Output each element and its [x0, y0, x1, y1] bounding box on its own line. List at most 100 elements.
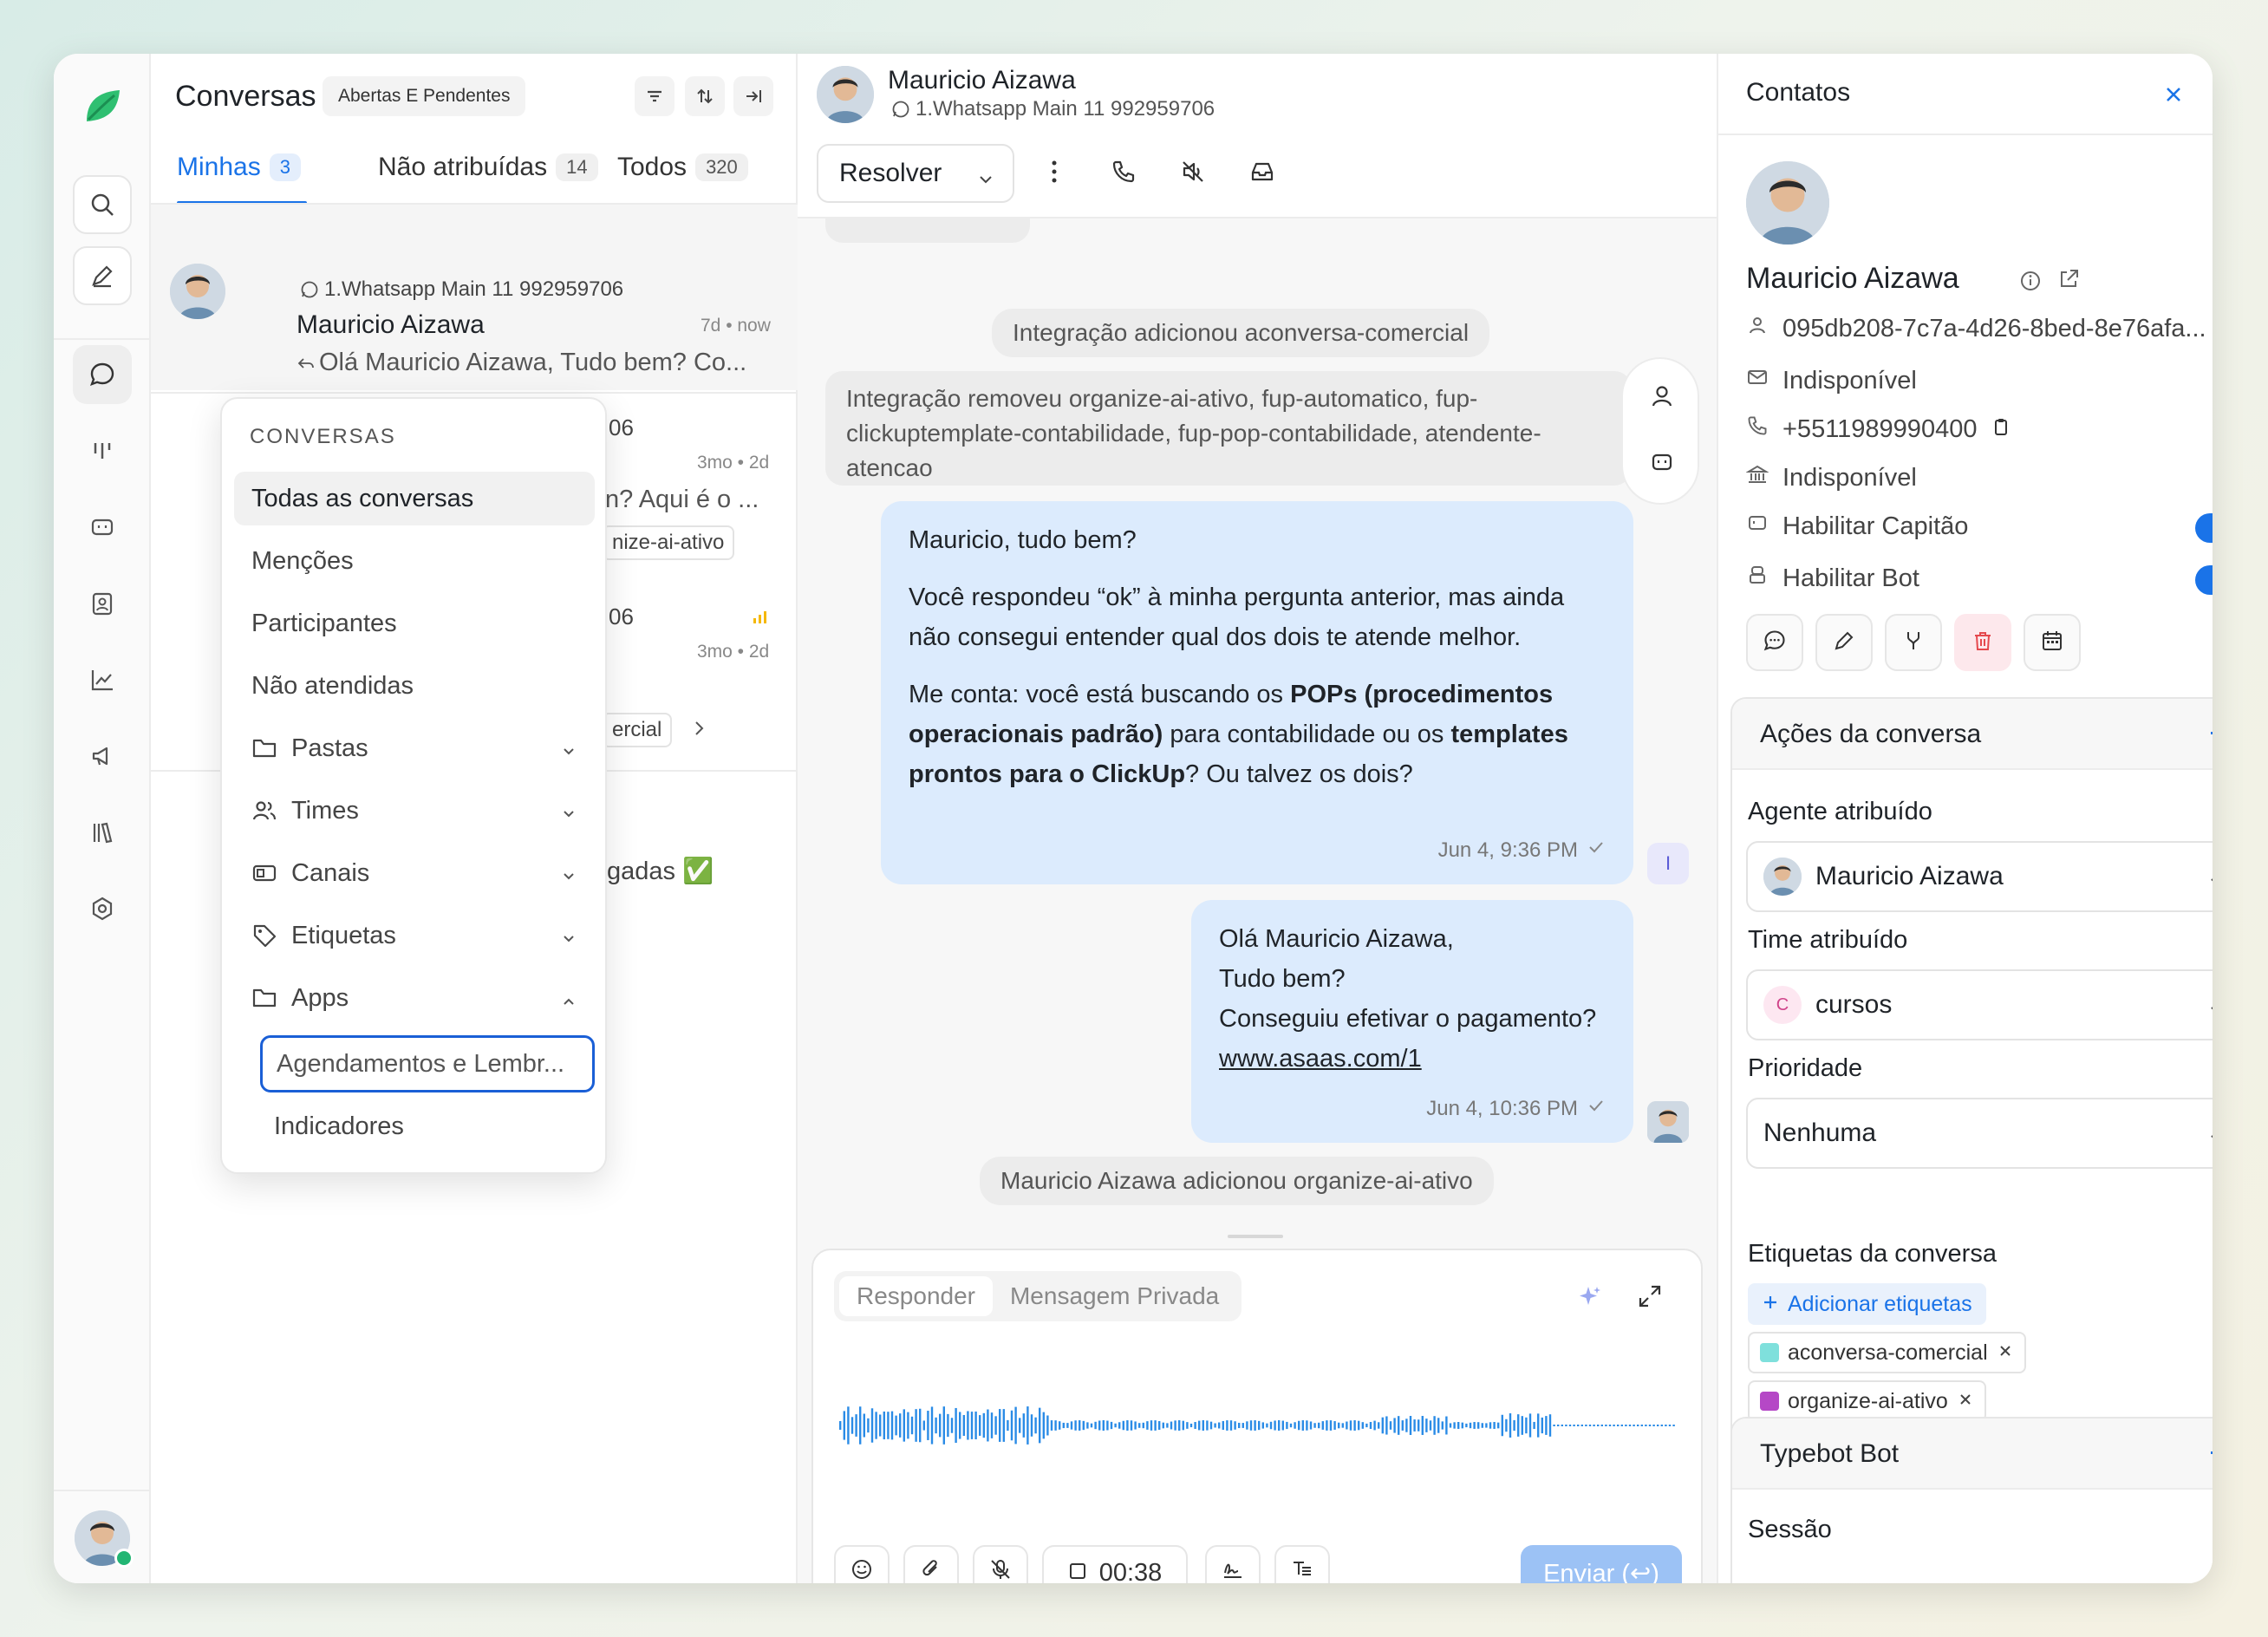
copy-icon[interactable]: [1991, 415, 2011, 444]
list-title: Conversas: [175, 80, 316, 113]
waveform-bar: [967, 1411, 969, 1440]
text-format-button[interactable]: [1274, 1545, 1330, 1583]
status-filter-chip[interactable]: Abertas E Pendentes: [323, 76, 526, 116]
resize-handle[interactable]: [1228, 1235, 1283, 1238]
edit-contact-button[interactable]: [1815, 614, 1873, 671]
waveform-bar: [1637, 1425, 1639, 1426]
collapse-icon[interactable]: [2211, 1451, 2213, 1454]
nav-contacts[interactable]: [73, 574, 132, 633]
tab-mensagem-privada[interactable]: Mensagem Privada: [993, 1276, 1236, 1316]
waveform-bar: [1229, 1420, 1233, 1431]
compose-button[interactable]: [73, 246, 132, 305]
arrow-to-right-icon: [743, 86, 764, 107]
signature-button[interactable]: [1205, 1545, 1261, 1583]
remove-tag-icon[interactable]: [1997, 1340, 2014, 1366]
merge-contact-button[interactable]: [1885, 614, 1942, 671]
calendar-button[interactable]: [2024, 614, 2081, 671]
capitao-toggle[interactable]: [2195, 513, 2213, 543]
nav-bots[interactable]: [73, 498, 132, 557]
nav-kanban[interactable]: [73, 421, 132, 480]
team-label: Time atribuído: [1748, 926, 1908, 954]
ai-sparkle-icon[interactable]: [1576, 1283, 1604, 1315]
new-message-button[interactable]: [1746, 614, 1803, 671]
search-button[interactable]: [73, 175, 132, 234]
waveform-bar: [1110, 1421, 1113, 1430]
waveform-bar: [974, 1411, 977, 1440]
expand-icon[interactable]: [1637, 1283, 1663, 1314]
sort-button[interactable]: [685, 76, 725, 116]
filter-button[interactable]: [635, 76, 675, 116]
collapse-list-button[interactable]: [733, 76, 773, 116]
conversation-item[interactable]: 1.Whatsapp Main 11 992959706 Mauricio Ai…: [151, 205, 798, 390]
info-icon[interactable]: [2018, 269, 2043, 297]
bot-toggle[interactable]: [2195, 565, 2213, 595]
chat-icon: [1763, 629, 1787, 657]
contact-profile-icon[interactable]: [1649, 383, 1675, 414]
menu-item-etiquetas[interactable]: Etiquetas: [234, 909, 595, 962]
mute-button[interactable]: [1176, 156, 1210, 191]
add-tags-button[interactable]: Adicionar etiquetas: [1748, 1283, 1986, 1325]
menu-item-canais[interactable]: Canais: [234, 846, 595, 900]
close-icon[interactable]: [2162, 83, 2185, 110]
archive-button[interactable]: [1245, 156, 1280, 191]
remove-tag-icon[interactable]: [1957, 1389, 1974, 1414]
nav-settings[interactable]: [73, 879, 132, 938]
external-link-icon[interactable]: [2056, 267, 2081, 296]
tab-responder[interactable]: Responder: [839, 1276, 993, 1316]
chevron-down-icon: [2207, 869, 2213, 898]
send-button[interactable]: Enviar (↩): [1521, 1545, 1682, 1583]
message-link[interactable]: www.asaas.com/1: [1219, 1039, 1606, 1079]
waveform-bar: [1030, 1414, 1033, 1437]
menu-item-times[interactable]: Times: [234, 784, 595, 838]
attach-button[interactable]: [903, 1545, 959, 1583]
menu-item-nao-atendidas[interactable]: Não atendidas: [234, 659, 595, 713]
signal-bars-icon: [751, 607, 770, 630]
waveform-bar: [1668, 1425, 1672, 1426]
more-options-button[interactable]: [1037, 156, 1072, 191]
plus-icon: [1762, 1292, 1779, 1317]
nav-library[interactable]: [73, 803, 132, 862]
mic-off-button[interactable]: [973, 1545, 1028, 1583]
call-button[interactable]: [1106, 156, 1141, 191]
priority-select[interactable]: Nenhuma: [1746, 1098, 2213, 1169]
waveform-bar: [1358, 1420, 1360, 1431]
waveform-bar: [875, 1412, 877, 1439]
nav-campaigns[interactable]: [73, 727, 132, 786]
waveform-bar: [1433, 1416, 1436, 1435]
logo-leaf-icon[interactable]: [80, 83, 125, 133]
menu-item-mencoes[interactable]: Menções: [234, 534, 595, 588]
menu-item-agendamentos[interactable]: Agendamentos e Lembr...: [260, 1035, 595, 1092]
nav-conversations[interactable]: [73, 345, 132, 404]
tags-label: Etiquetas da conversa: [1748, 1240, 1997, 1268]
conversation-actions-header[interactable]: Ações da conversa: [1732, 699, 2213, 770]
stop-recording-button[interactable]: 00:38: [1042, 1545, 1188, 1583]
chat-panel: Mauricio Aizawa 1.Whatsapp Main 11 99295…: [798, 54, 1717, 1583]
sort-arrows-icon: [694, 86, 715, 107]
collapse-icon[interactable]: [2211, 732, 2213, 734]
waveform-bar: [1134, 1421, 1137, 1430]
menu-item-todas[interactable]: Todas as conversas: [234, 472, 595, 525]
menu-item-participantes[interactable]: Participantes: [234, 597, 595, 650]
waveform-bar: [1150, 1420, 1153, 1431]
emoji-button[interactable]: [834, 1545, 890, 1583]
agent-select[interactable]: Mauricio Aizawa: [1746, 841, 2213, 912]
menu-item-apps[interactable]: Apps: [234, 971, 595, 1025]
chevron-right-icon[interactable]: [688, 718, 709, 743]
tab-todos[interactable]: Todos 320: [617, 153, 748, 182]
typebot-header[interactable]: Typebot Bot: [1732, 1419, 2213, 1490]
delete-contact-button[interactable]: [1954, 614, 2011, 671]
waveform-bar: [895, 1415, 897, 1436]
waveform-bar: [1234, 1421, 1236, 1430]
resolve-button[interactable]: Resolver: [817, 144, 1014, 203]
tab-nao-atribuidas[interactable]: Não atribuídas 14: [378, 153, 598, 182]
team-select[interactable]: C cursos: [1746, 969, 2213, 1040]
tab-label: Minhas: [177, 153, 261, 181]
bot-icon[interactable]: [1649, 449, 1675, 479]
tab-minhas[interactable]: Minhas 3: [177, 153, 301, 182]
nav-reports[interactable]: [73, 650, 132, 709]
menu-item-indicadores[interactable]: Indicadores: [260, 1099, 595, 1153]
waveform-bar: [899, 1413, 902, 1438]
signature-icon: [1221, 1557, 1245, 1583]
menu-item-pastas[interactable]: Pastas: [234, 721, 595, 775]
waveform-bar: [1501, 1414, 1503, 1437]
